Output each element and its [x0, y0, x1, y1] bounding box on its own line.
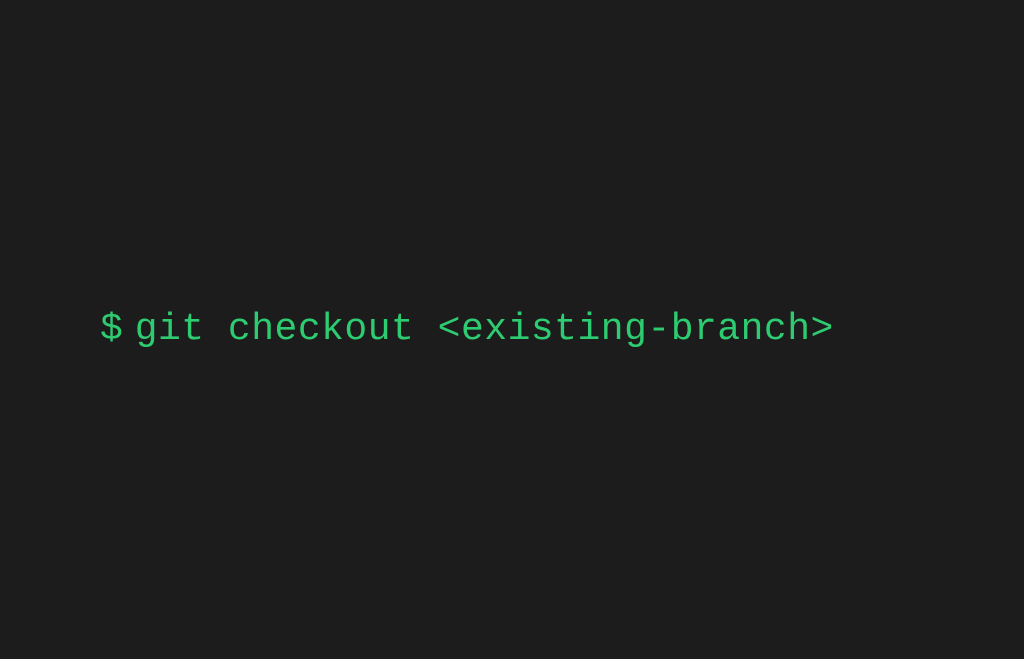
command-text: git checkout <existing-branch>	[135, 308, 834, 351]
prompt-symbol: $	[100, 308, 123, 351]
terminal-command-line: $ git checkout <existing-branch>	[100, 308, 834, 351]
